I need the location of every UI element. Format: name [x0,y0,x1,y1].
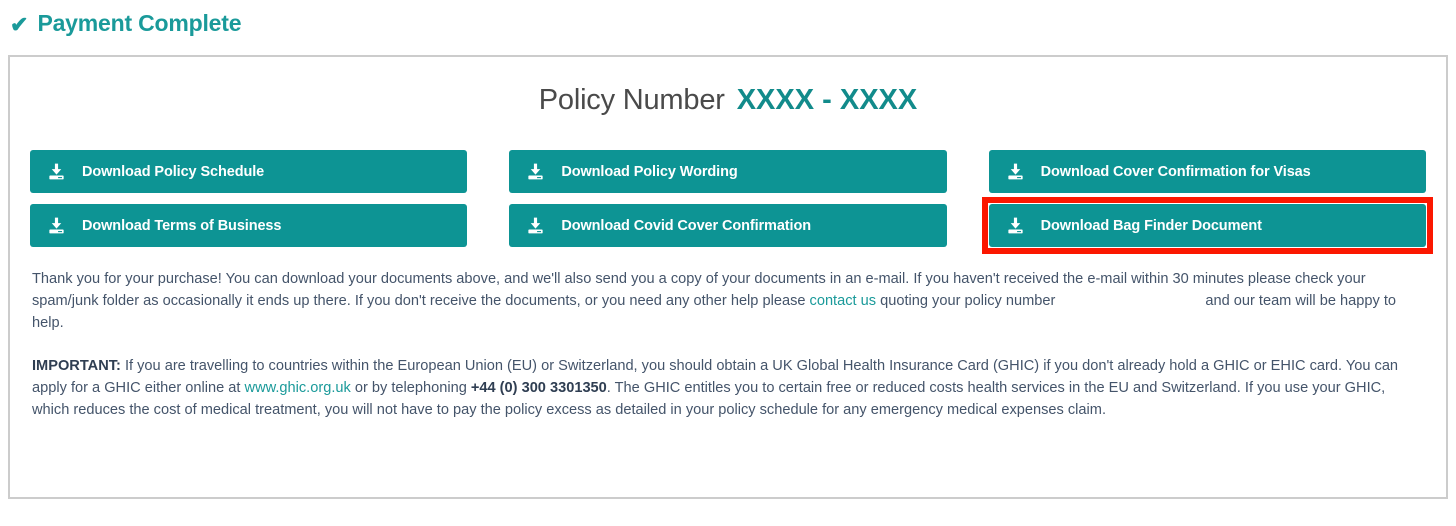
check-icon: ✔ [10,11,29,37]
download-terms-of-business-button[interactable]: Download Terms of Business [30,204,468,247]
download-cover-confirmation-visas-cell: Download Cover Confirmation for Visas [988,150,1426,193]
download-terms-of-business-cell: Download Terms of Business [30,204,468,247]
important-label: IMPORTANT: [32,358,121,374]
download-icon [528,217,543,234]
download-bag-finder-document-button[interactable]: Download Bag Finder Document [988,204,1426,247]
card-body-copy: Thank you for your purchase! You can dow… [32,268,1424,421]
download-covid-cover-confirmation-button[interactable]: Download Covid Cover Confirmation [509,204,947,247]
payment-complete-page: ✔ Payment Complete Policy Number XXXX - X… [0,0,1456,526]
ghic-website-link[interactable]: www.ghic.org.uk [245,380,351,396]
important-text-part-2: or by telephoning [350,380,471,396]
download-buttons-grid: Download Policy Schedule Download Policy… [30,150,1433,254]
download-policy-wording-cell: Download Policy Wording [509,150,947,193]
ghic-phone-number: +44 (0) 300 3301350 [470,380,607,396]
download-policy-wording-button[interactable]: Download Policy Wording [509,150,947,193]
button-label: Download Policy Schedule [82,163,265,180]
button-label: Download Policy Wording [561,163,738,180]
download-policy-schedule-button[interactable]: Download Policy Schedule [30,150,468,193]
button-label: Download Covid Cover Confirmation [561,217,811,234]
download-icon [49,163,64,180]
button-label: Download Cover Confirmation for Visas [1040,163,1311,180]
download-icon [528,163,543,180]
thank-you-text-part-1: Thank you for your purchase! You can dow… [32,271,1366,309]
download-icon [49,217,64,234]
policy-number-value: XXXX - XXXX [736,84,918,116]
important-paragraph: IMPORTANT: If you are travelling to coun… [32,355,1424,421]
download-covid-cover-confirmation-cell: Download Covid Cover Confirmation [509,204,947,247]
button-label: Download Bag Finder Document [1040,217,1262,234]
documents-card: Policy Number XXXX - XXXX Download Policy… [8,55,1448,499]
policy-number-label: Policy Number [538,84,725,116]
thank-you-paragraph: Thank you for your purchase! You can dow… [32,268,1424,334]
download-cover-confirmation-visas-button[interactable]: Download Cover Confirmation for Visas [988,150,1426,193]
payment-status-header: ✔ Payment Complete [10,10,241,37]
download-icon [1008,163,1023,180]
download-policy-schedule-cell: Download Policy Schedule [30,150,468,193]
page-title: Payment Complete [37,10,242,36]
download-icon [1008,217,1023,234]
download-bag-finder-document-cell: Download Bag Finder Document [981,197,1433,254]
thank-you-text-part-2: quoting your policy number [876,293,1056,309]
button-label: Download Terms of Business [82,217,282,234]
contact-us-link[interactable]: contact us [810,293,877,309]
policy-number-line: Policy Number XXXX - XXXX [10,84,1446,117]
